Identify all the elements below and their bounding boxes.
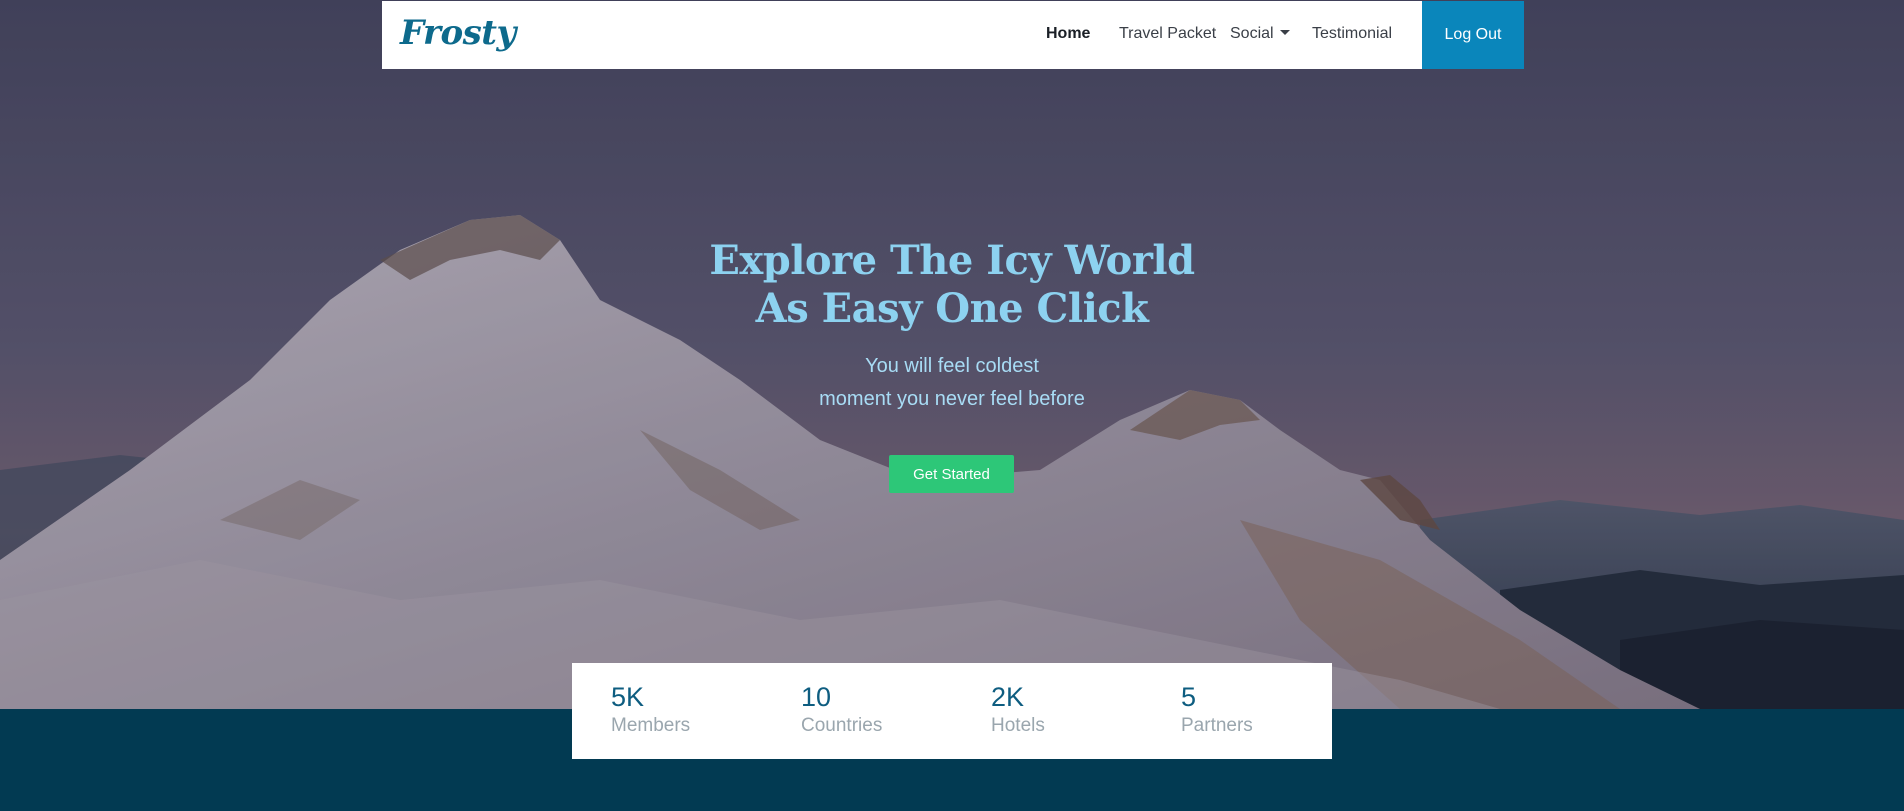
chevron-down-icon — [1279, 30, 1290, 35]
nav-item-social[interactable]: Social — [1230, 25, 1290, 43]
stat-members: 5K Members — [611, 681, 690, 739]
nav-item-social-label: Social — [1230, 25, 1274, 42]
stat-label: Hotels — [991, 715, 1045, 736]
nav-links: Home Travel Packet Social Testimonial — [382, 1, 1524, 69]
stat-countries: 10 Countries — [801, 681, 882, 739]
logout-button[interactable]: Log Out — [1422, 1, 1524, 69]
hero-subtitle-line1: You will feel coldest — [865, 355, 1039, 377]
nav-item-home[interactable]: Home — [1046, 25, 1090, 43]
stat-value: 5 — [1181, 682, 1197, 712]
stat-label: Countries — [801, 715, 883, 736]
stats-card: 5K Members 10 Countries 2K Hotels 5 Part… — [572, 663, 1332, 759]
nav-item-travel-packet[interactable]: Travel Packet — [1119, 25, 1216, 43]
stat-value: 10 — [801, 682, 832, 712]
get-started-button[interactable]: Get Started — [889, 455, 1014, 493]
hero-title-line2: As Easy One Click — [755, 285, 1149, 332]
hero-title-line1: Explore The Icy World — [709, 237, 1195, 284]
hero-title: Explore The Icy World As Easy One Click — [652, 237, 1252, 333]
stat-partners: 5 Partners — [1181, 681, 1253, 739]
stat-value: 2K — [991, 682, 1025, 712]
stat-hotels: 2K Hotels — [991, 681, 1045, 739]
hero-subtitle-line2: moment you never feel before — [819, 388, 1085, 410]
navbar: Frosty Home Travel Packet Social Testimo… — [382, 1, 1524, 69]
hero-subtitle: You will feel coldest moment you never f… — [702, 350, 1202, 416]
nav-item-testimonial[interactable]: Testimonial — [1312, 25, 1392, 43]
stat-label: Partners — [1181, 715, 1253, 736]
stat-label: Members — [611, 715, 691, 736]
stat-value: 5K — [611, 682, 645, 712]
